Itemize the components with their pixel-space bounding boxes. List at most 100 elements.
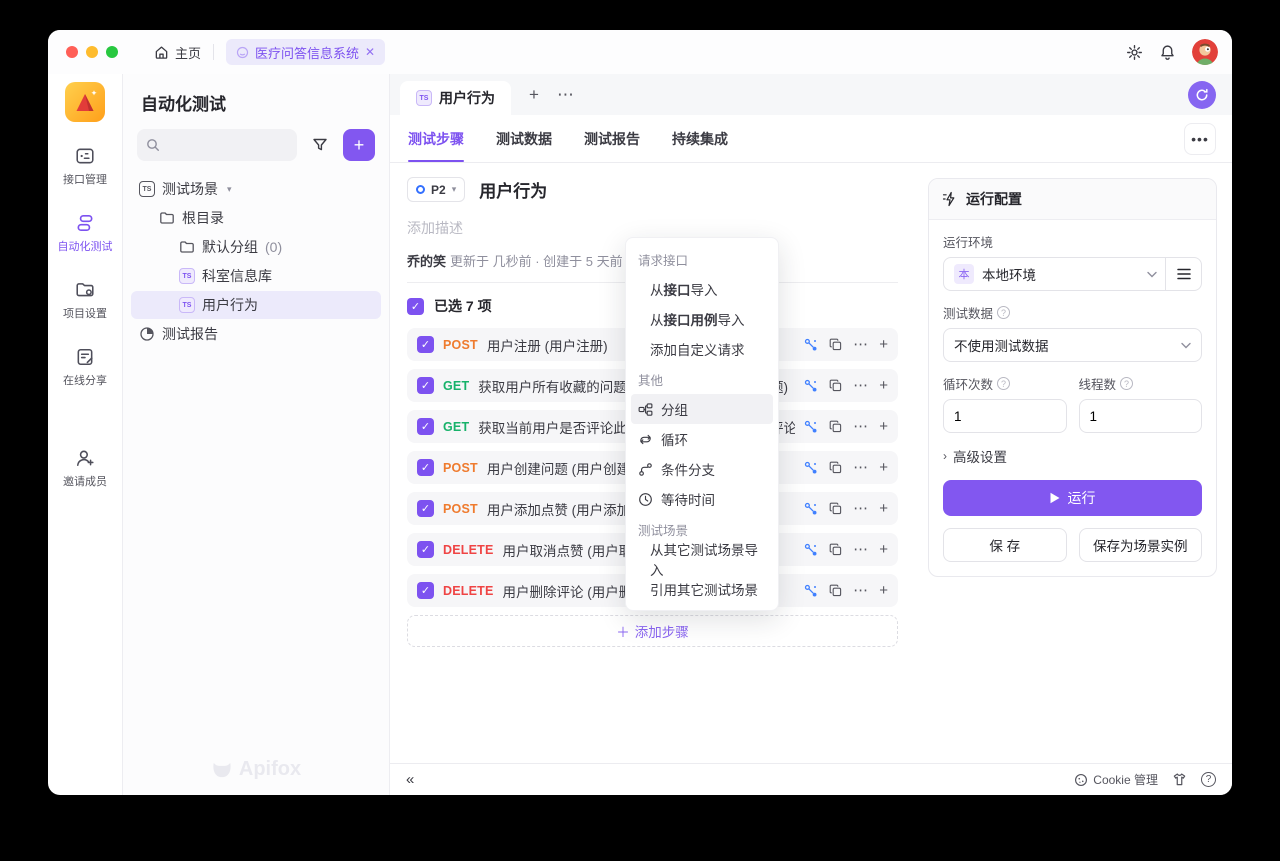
- copy-icon[interactable]: [829, 584, 842, 597]
- step-checkbox[interactable]: ✓: [417, 418, 434, 435]
- new-scenario-button[interactable]: +: [343, 129, 375, 161]
- description-placeholder[interactable]: 添加描述: [407, 218, 898, 238]
- tree-node-scenario-dept[interactable]: TS 科室信息库: [131, 262, 381, 290]
- step-checkbox[interactable]: ✓: [417, 500, 434, 517]
- tree-node-root-folder[interactable]: 根目录: [131, 204, 381, 232]
- extract-variable-icon[interactable]: [804, 461, 818, 475]
- more-icon[interactable]: ⋯: [853, 337, 868, 352]
- filter-button[interactable]: [305, 130, 335, 160]
- more-icon[interactable]: ⋯: [853, 542, 868, 557]
- advanced-settings-toggle[interactable]: › 高级设置: [943, 446, 1202, 466]
- step-checkbox[interactable]: ✓: [417, 541, 434, 558]
- priority-selector[interactable]: P2 ▾: [407, 177, 465, 202]
- add-after-icon[interactable]: +: [879, 501, 888, 516]
- copy-icon[interactable]: [829, 420, 842, 433]
- tree-node-scenarios[interactable]: TS 测试场景 ▾: [131, 175, 381, 203]
- threads-input[interactable]: [1079, 399, 1203, 433]
- settings-gear-icon[interactable]: [1126, 44, 1143, 61]
- extract-variable-icon[interactable]: [804, 543, 818, 557]
- add-after-icon[interactable]: +: [879, 337, 888, 352]
- step-checkbox[interactable]: ✓: [417, 336, 434, 353]
- close-project-tab-icon[interactable]: ✕: [365, 45, 375, 59]
- menu-item-import-from-api-case[interactable]: 从接口用例导入: [631, 304, 773, 334]
- select-all-checkbox[interactable]: ✓: [407, 298, 424, 315]
- save-as-instance-button[interactable]: 保存为场景实例: [1079, 528, 1203, 562]
- home-button[interactable]: 主页: [154, 43, 201, 62]
- more-icon[interactable]: ⋯: [853, 378, 868, 393]
- environment-select[interactable]: 本 本地环境: [943, 257, 1202, 291]
- tab-more-icon[interactable]: ⋯: [557, 85, 574, 105]
- add-after-icon[interactable]: +: [879, 378, 888, 393]
- help-icon[interactable]: ?: [997, 306, 1010, 319]
- copy-icon[interactable]: [829, 338, 842, 351]
- more-icon[interactable]: ⋯: [853, 460, 868, 475]
- extract-variable-icon[interactable]: [804, 584, 818, 598]
- tree-node-default-group[interactable]: 默认分组 (0): [131, 233, 381, 261]
- extract-variable-icon[interactable]: [804, 420, 818, 434]
- help-icon[interactable]: ?: [997, 377, 1010, 390]
- cookie-manager-button[interactable]: Cookie 管理: [1074, 771, 1158, 788]
- help-icon[interactable]: ?: [1201, 772, 1216, 787]
- add-after-icon[interactable]: +: [879, 460, 888, 475]
- doc-tab-user-behavior[interactable]: TS 用户行为: [400, 81, 511, 115]
- subtab-test-report[interactable]: 测试报告: [584, 115, 640, 162]
- zoom-window-button[interactable]: [106, 46, 118, 58]
- theme-shirt-icon[interactable]: [1172, 772, 1187, 787]
- loop-count-input[interactable]: [943, 399, 1067, 433]
- collapse-sidebar-icon[interactable]: «: [406, 771, 414, 788]
- run-button[interactable]: 运行: [943, 480, 1202, 516]
- add-after-icon[interactable]: +: [879, 583, 888, 598]
- rail-item-invite-members[interactable]: 邀请成员: [63, 448, 107, 489]
- copy-icon[interactable]: [829, 543, 842, 556]
- copy-icon[interactable]: [829, 461, 842, 474]
- notifications-bell-icon[interactable]: [1159, 44, 1176, 61]
- apifox-logo[interactable]: [65, 82, 105, 122]
- add-after-icon[interactable]: +: [879, 419, 888, 434]
- menu-item-group[interactable]: 分组: [631, 394, 773, 424]
- help-icon[interactable]: ?: [1120, 377, 1133, 390]
- menu-item-import-from-api[interactable]: 从接口导入: [631, 274, 773, 304]
- save-button[interactable]: 保 存: [943, 528, 1067, 562]
- rail-item-auto-test[interactable]: 自动化测试: [58, 213, 113, 254]
- step-checkbox[interactable]: ✓: [417, 582, 434, 599]
- project-tab[interactable]: 医疗问答信息系统 ✕: [226, 39, 385, 65]
- step-checkbox[interactable]: ✓: [417, 377, 434, 394]
- rail-item-project-settings[interactable]: 项目设置: [63, 280, 107, 321]
- search-field[interactable]: [166, 138, 288, 153]
- menu-item-loop[interactable]: 循环: [631, 424, 773, 454]
- add-step-button[interactable]: ＋ 添加步骤: [407, 615, 898, 647]
- scenario-title[interactable]: 用户行为: [479, 177, 547, 202]
- more-icon[interactable]: ⋯: [853, 419, 868, 434]
- tree-node-scenario-user-behavior[interactable]: TS 用户行为: [131, 291, 381, 319]
- tree-node-test-reports[interactable]: 测试报告: [131, 320, 381, 348]
- more-icon[interactable]: ⋯: [853, 583, 868, 598]
- copy-icon[interactable]: [829, 379, 842, 392]
- extract-variable-icon[interactable]: [804, 338, 818, 352]
- manage-environments-button[interactable]: [1165, 258, 1201, 290]
- test-data-select[interactable]: 不使用测试数据: [943, 328, 1202, 362]
- new-tab-plus-icon[interactable]: +: [529, 85, 539, 105]
- more-icon[interactable]: ⋯: [853, 501, 868, 516]
- menu-item-reference-other-scenario[interactable]: 引用其它测试场景: [631, 574, 773, 604]
- menu-item-wait-time[interactable]: 等待时间: [631, 484, 773, 514]
- search-input[interactable]: [137, 129, 297, 161]
- step-checkbox[interactable]: ✓: [417, 459, 434, 476]
- subtab-test-data[interactable]: 测试数据: [496, 115, 552, 162]
- caret-down-icon[interactable]: ▾: [227, 184, 232, 195]
- menu-item-add-custom-request[interactable]: 添加自定义请求: [631, 334, 773, 364]
- extract-variable-icon[interactable]: [804, 502, 818, 516]
- subtabs-more-button[interactable]: •••: [1184, 123, 1216, 155]
- close-window-button[interactable]: [66, 46, 78, 58]
- menu-item-condition-branch[interactable]: 条件分支: [631, 454, 773, 484]
- minimize-window-button[interactable]: [86, 46, 98, 58]
- menu-item-import-from-other-scenario[interactable]: 从其它测试场景导入: [631, 544, 773, 574]
- copy-icon[interactable]: [829, 502, 842, 515]
- rail-item-api-management[interactable]: 接口管理: [63, 146, 107, 187]
- add-after-icon[interactable]: +: [879, 542, 888, 557]
- rail-item-online-share[interactable]: 在线分享: [63, 347, 107, 388]
- sync-button[interactable]: [1188, 81, 1216, 109]
- user-avatar[interactable]: [1192, 39, 1218, 65]
- extract-variable-icon[interactable]: [804, 379, 818, 393]
- subtab-ci[interactable]: 持续集成: [672, 115, 728, 162]
- subtab-test-steps[interactable]: 测试步骤: [408, 115, 464, 162]
